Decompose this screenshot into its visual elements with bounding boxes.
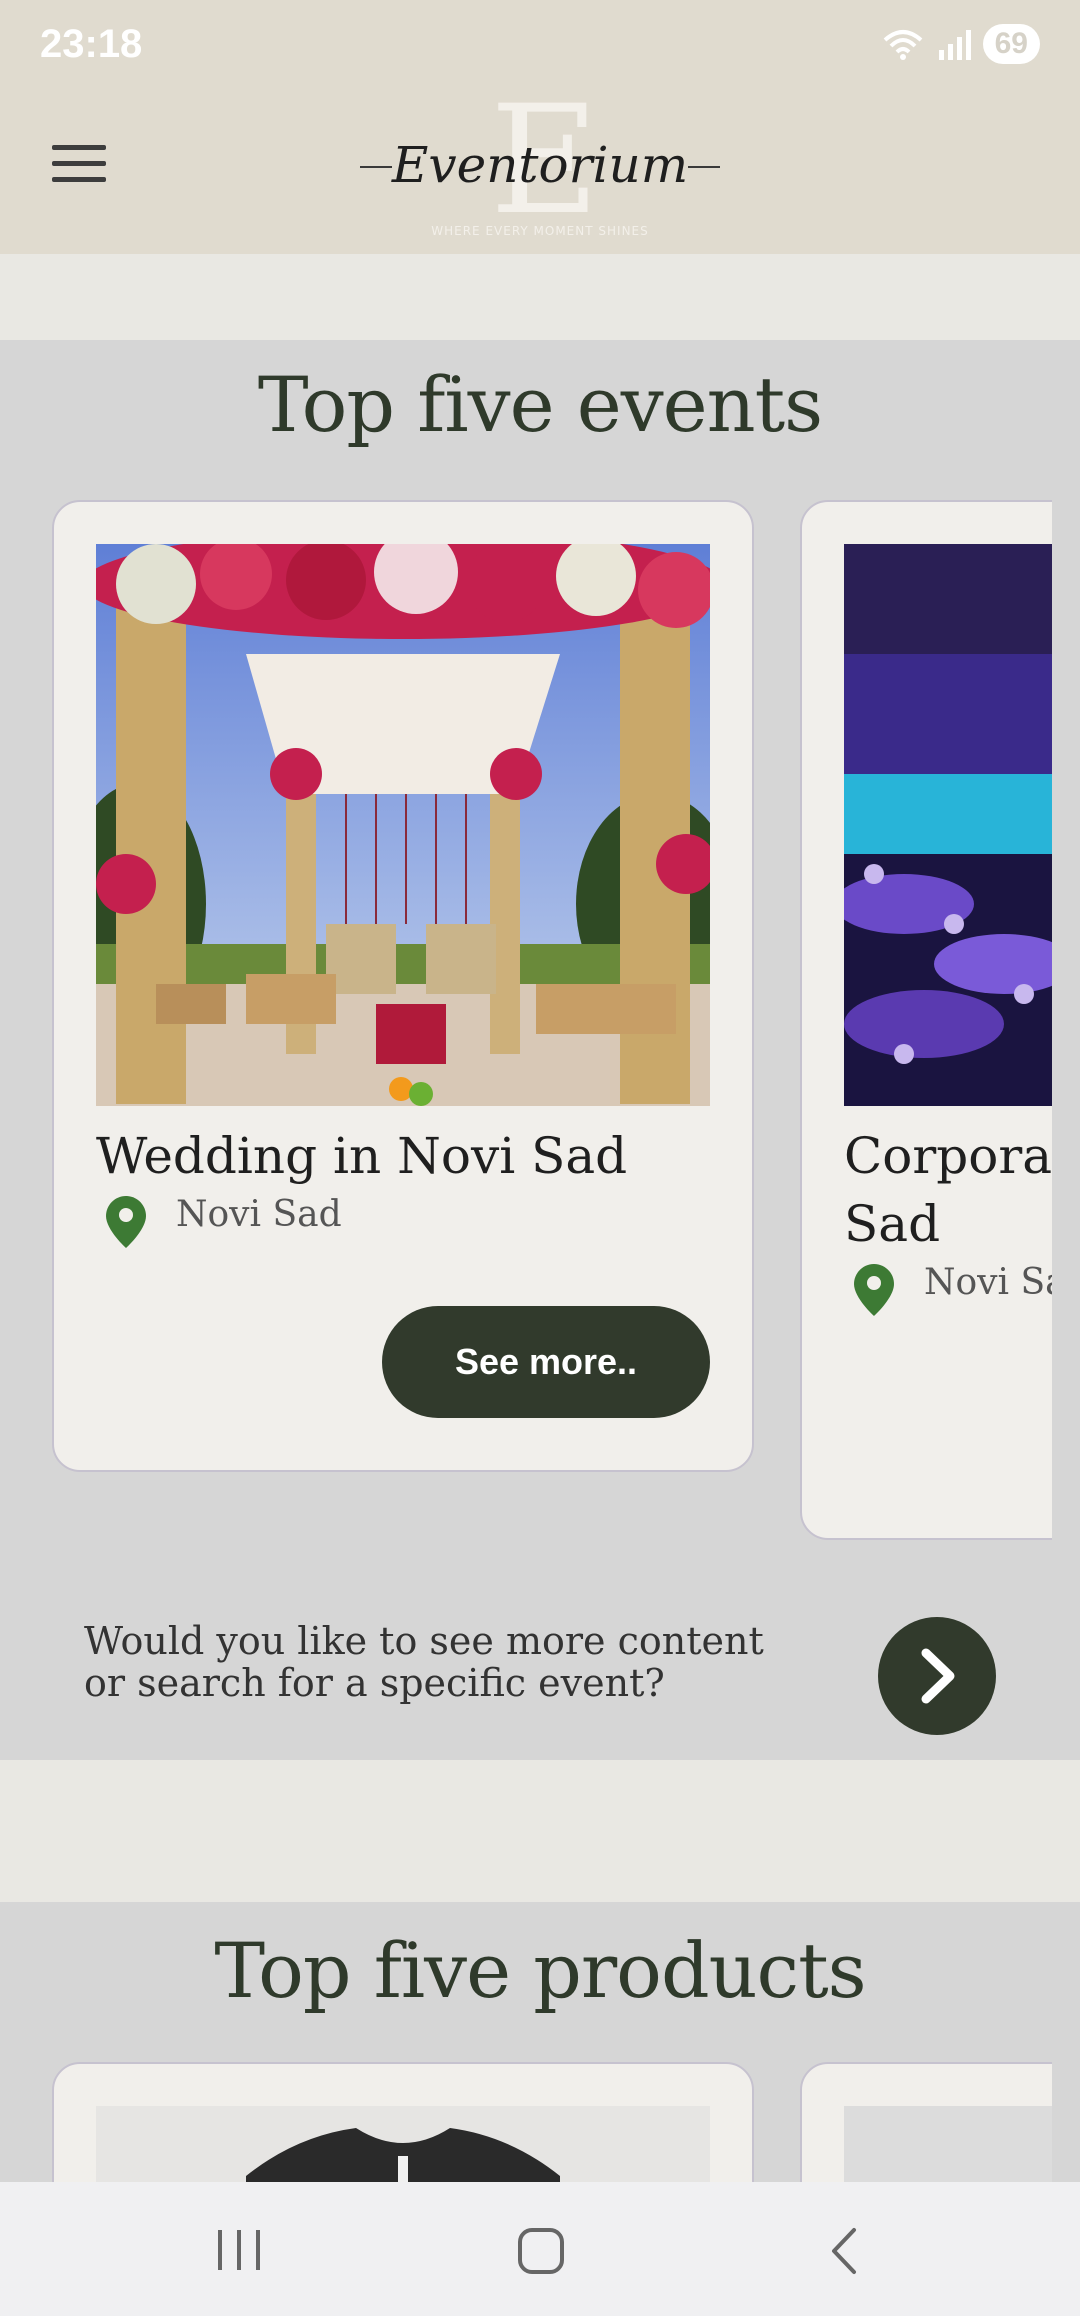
chevron-right-icon[interactable] [878, 1617, 996, 1735]
logo-text: Eventorium [391, 136, 689, 194]
event-image-wedding [96, 544, 710, 1106]
app-logo: E Eventorium WHERE EVERY MOMENT SHINES [360, 86, 720, 254]
carousel-edge [1052, 1902, 1080, 2182]
carousel-edge [1052, 340, 1080, 1760]
events-section: Top five events Wedding in Novi Sad Novi… [0, 340, 1080, 1760]
location-pin-icon [854, 1264, 894, 1316]
spacer [0, 254, 1080, 340]
see-more-button[interactable]: See more.. [382, 1306, 710, 1418]
products-section-title: Top five products [214, 1926, 866, 2015]
status-time: 23:18 [40, 22, 143, 66]
event-image-corporate [844, 544, 1054, 1106]
event-title-line-2: Sad [844, 1195, 941, 1253]
app-header: E Eventorium WHERE EVERY MOMENT SHINES [0, 86, 1080, 254]
event-title-line-1: Corporate [844, 1127, 1080, 1185]
event-card[interactable]: Wedding in Novi Sad Novi Sad See more.. [52, 500, 754, 1472]
home-icon[interactable] [516, 2226, 566, 2276]
battery-indicator: 69 [982, 24, 1040, 64]
hamburger-menu-icon[interactable] [52, 145, 106, 185]
recent-apps-icon[interactable] [214, 2228, 264, 2272]
product-image [844, 2106, 1054, 2182]
logo-tagline: WHERE EVERY MOMENT SHINES [431, 224, 649, 238]
product-card[interactable] [52, 2062, 754, 2182]
location-pin-icon [106, 1196, 146, 1248]
system-navigation-bar [0, 2182, 1080, 2316]
status-icons: 69 [881, 24, 1040, 64]
product-image-tshirt [96, 2106, 710, 2182]
event-card[interactable]: Corporate Sad Novi Sa [800, 500, 1080, 1540]
signal-icon [938, 30, 971, 60]
wifi-icon [883, 30, 922, 60]
event-title: Wedding in Novi Sad [96, 1127, 628, 1185]
events-section-title: Top five events [257, 360, 823, 449]
event-location: Novi Sa [924, 1262, 1067, 1303]
product-card[interactable] [800, 2062, 1080, 2182]
products-section: Top five products [0, 1902, 1080, 2182]
logo-dash-right [688, 166, 720, 168]
more-content-prompt: Would you like to see more content or se… [84, 1619, 764, 1705]
back-icon[interactable] [824, 2226, 864, 2276]
spacer [0, 1760, 1080, 1902]
event-location: Novi Sad [176, 1194, 342, 1235]
